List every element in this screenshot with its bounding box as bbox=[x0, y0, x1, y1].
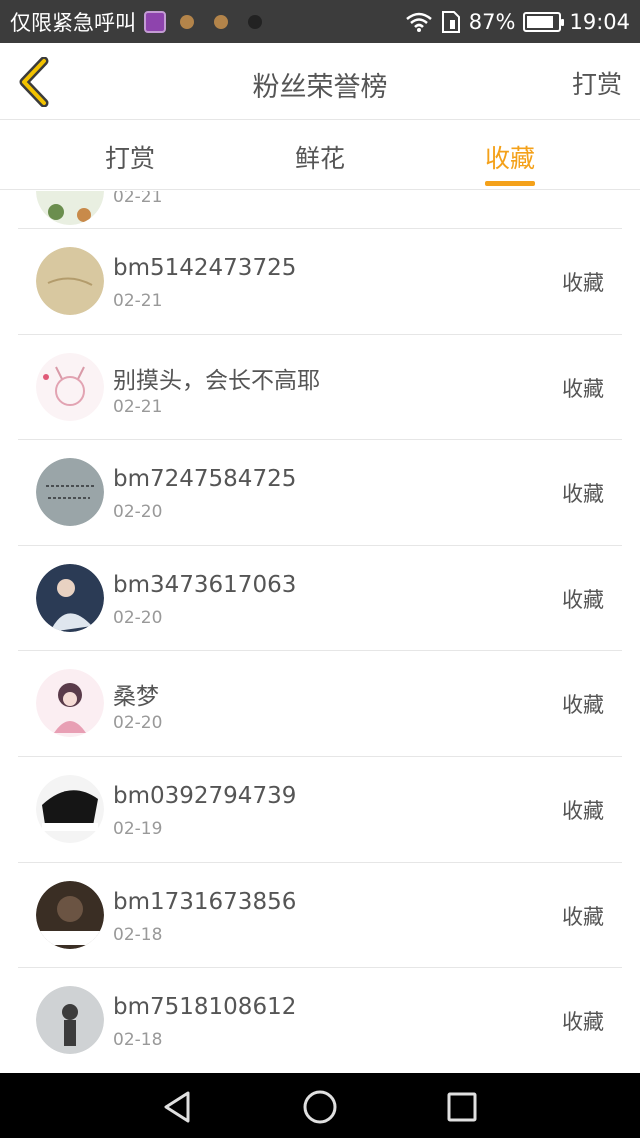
user-name: bm7518108612 bbox=[113, 994, 297, 1021]
navigation-bar bbox=[0, 1073, 640, 1138]
item-date: 02-21 bbox=[113, 291, 163, 311]
item-date: 02-18 bbox=[113, 1030, 163, 1051]
carrier-text: 仅限紧急呼叫 bbox=[10, 10, 136, 35]
item-action-label: 收藏 bbox=[562, 798, 604, 823]
avatar bbox=[36, 247, 104, 315]
item-date: 02-21 bbox=[113, 191, 163, 207]
avatar bbox=[36, 563, 104, 632]
circle-home-icon[interactable] bbox=[300, 1087, 340, 1127]
item-action-label: 收藏 bbox=[562, 1010, 604, 1035]
tiktok-app-icon bbox=[248, 14, 262, 29]
list-item[interactable]: bm7247584725 02-20 收藏 bbox=[18, 440, 622, 546]
user-name: 桑梦 bbox=[113, 684, 159, 711]
tab-reward[interactable]: 打赏 bbox=[70, 139, 190, 175]
user-name: bm1731673856 bbox=[113, 888, 297, 915]
battery-icon bbox=[523, 11, 565, 32]
fan-list[interactable]: 02-21 bm5142473725 02-21 收藏 别摸头，会长不高耶 02… bbox=[18, 191, 622, 1073]
user-name: bm5142473725 bbox=[113, 255, 297, 281]
item-action-label: 收藏 bbox=[562, 587, 604, 612]
cookie-app-icon bbox=[214, 14, 228, 29]
item-action-label: 收藏 bbox=[562, 693, 604, 718]
triangle-back-icon[interactable] bbox=[158, 1087, 198, 1127]
cookie-app-icon bbox=[180, 14, 194, 29]
avatar bbox=[36, 458, 104, 527]
tab-flowers[interactable]: 鲜花 bbox=[260, 139, 380, 175]
gallery-app-icon bbox=[144, 10, 166, 33]
tab-favorites[interactable]: 收藏 bbox=[450, 139, 570, 175]
avatar bbox=[36, 669, 104, 738]
avatar bbox=[36, 774, 104, 843]
user-name: 别摸头，会长不高耶 bbox=[113, 367, 320, 394]
list-item[interactable]: 桑梦 02-20 收藏 bbox=[18, 651, 622, 757]
item-action-label: 收藏 bbox=[562, 482, 604, 507]
battery-percent: 87% bbox=[468, 9, 516, 34]
active-tab-indicator bbox=[485, 181, 535, 186]
item-date: 02-20 bbox=[113, 607, 163, 628]
item-date: 02-18 bbox=[113, 924, 163, 945]
title-bar: 粉丝荣誉榜 打赏 bbox=[0, 43, 640, 120]
square-recents-icon[interactable] bbox=[442, 1087, 482, 1127]
avatar bbox=[36, 880, 104, 949]
wifi-icon bbox=[405, 12, 432, 32]
user-name: bm0392794739 bbox=[113, 782, 297, 809]
page-title: 粉丝荣誉榜 bbox=[252, 72, 388, 103]
list-item[interactable]: bm3473617063 02-20 收藏 bbox=[18, 546, 622, 652]
user-name: bm7247584725 bbox=[113, 466, 297, 493]
user-name: bm3473617063 bbox=[113, 571, 297, 598]
list-item[interactable]: bm0392794739 02-19 收藏 bbox=[18, 757, 622, 863]
item-date: 02-20 bbox=[113, 502, 163, 523]
list-item[interactable]: 02-21 bbox=[18, 191, 622, 229]
status-bar: 仅限紧急呼叫 87% 19:04 bbox=[0, 0, 640, 43]
item-action-label: 收藏 bbox=[562, 904, 604, 929]
avatar bbox=[36, 191, 104, 225]
item-action-label: 收藏 bbox=[562, 271, 604, 295]
item-date: 02-20 bbox=[113, 713, 163, 734]
list-item[interactable]: bm1731673856 02-18 收藏 bbox=[18, 863, 622, 969]
reward-button[interactable]: 打赏 bbox=[572, 65, 622, 101]
avatar bbox=[36, 352, 104, 421]
item-action-label: 收藏 bbox=[562, 376, 604, 401]
list-item[interactable]: bm7518108612 02-18 收藏 bbox=[18, 968, 622, 1073]
list-item[interactable]: bm5142473725 02-21 收藏 bbox=[18, 229, 622, 335]
clock: 19:04 bbox=[569, 9, 630, 34]
avatar bbox=[36, 986, 104, 1055]
tab-bar: 打赏 鲜花 收藏 bbox=[0, 121, 640, 190]
sim-icon bbox=[441, 10, 460, 33]
item-date: 02-21 bbox=[113, 396, 163, 417]
item-date: 02-19 bbox=[113, 818, 163, 839]
list-item[interactable]: 别摸头，会长不高耶 02-21 收藏 bbox=[18, 335, 622, 441]
